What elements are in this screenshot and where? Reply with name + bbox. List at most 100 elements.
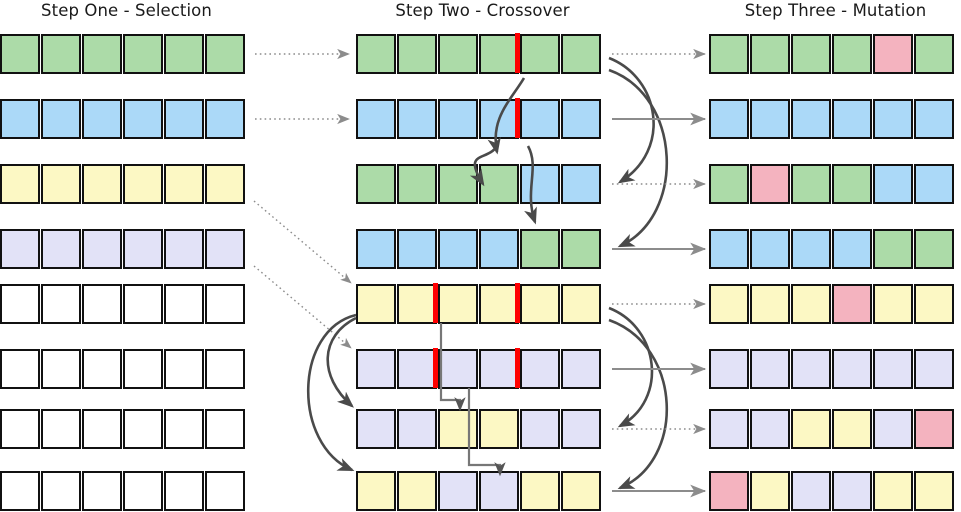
chromosome-mutation-row-2 bbox=[709, 99, 954, 140]
gene-cell-selection-r8-c2 bbox=[41, 471, 81, 511]
gene-cell-selection-r6-c6 bbox=[205, 349, 245, 389]
genetic-algorithm-diagram: Step One - Selection Step Two - Crossove… bbox=[0, 0, 961, 512]
gene-cell-mutation-r8-c5 bbox=[873, 471, 913, 511]
gene-cell-crossover-r6-c3 bbox=[438, 349, 478, 389]
gene-cell-mutation-r1-c3 bbox=[791, 34, 831, 74]
gene-cell-crossover-r4-c2 bbox=[397, 229, 437, 269]
gene-cell-selection-r6-c4 bbox=[123, 349, 163, 389]
gene-cell-crossover-r5-c6 bbox=[561, 284, 601, 324]
gene-cell-crossover-r6-c1 bbox=[356, 349, 396, 389]
gene-cell-selection-r6-c5 bbox=[164, 349, 204, 389]
gene-cell-selection-r2-c1 bbox=[0, 99, 40, 139]
gene-cell-selection-r2-c4 bbox=[123, 99, 163, 139]
gene-cell-selection-r5-c4 bbox=[123, 284, 163, 324]
chromosome-selection-row-4 bbox=[0, 229, 245, 270]
gene-cell-crossover-r1-c3 bbox=[438, 34, 478, 74]
gene-cell-crossover-r5-c1 bbox=[356, 284, 396, 324]
chromosome-selection-row-7 bbox=[0, 409, 245, 450]
gene-cell-mutation-r7-c3 bbox=[791, 409, 831, 449]
gene-cell-selection-r3-c6 bbox=[205, 164, 245, 204]
gene-cell-crossover-r2-c5 bbox=[520, 99, 560, 139]
gene-cell-selection-r7-c4 bbox=[123, 409, 163, 449]
gene-cell-selection-r5-c3 bbox=[82, 284, 122, 324]
column-title-crossover: Step Two - Crossover bbox=[395, 1, 570, 20]
gene-cell-crossover-r5-c4 bbox=[479, 283, 521, 324]
chromosome-mutation-row-8 bbox=[709, 471, 954, 512]
gene-cell-crossover-r8-c1 bbox=[356, 471, 396, 511]
gene-cell-mutation-r6-c6 bbox=[914, 349, 954, 389]
gene-cell-mutation-r4-c1 bbox=[709, 229, 749, 269]
gene-cell-mutation-r2-c1 bbox=[709, 99, 749, 139]
gene-cell-selection-r3-c2 bbox=[41, 164, 81, 204]
chromosome-crossover-row-5 bbox=[356, 283, 601, 325]
column-title-mutation: Step Three - Mutation bbox=[744, 1, 927, 20]
chromosome-mutation-row-4 bbox=[709, 229, 954, 270]
gene-cell-mutation-r6-c4 bbox=[832, 349, 872, 389]
gene-cell-crossover-r1-c5 bbox=[520, 34, 560, 74]
arrow-xo1-tail-to-child2-right bbox=[608, 56, 655, 184]
gene-cell-mutation-r3-c2 bbox=[750, 164, 790, 204]
gene-cell-crossover-r2-c2 bbox=[397, 99, 437, 139]
gene-cell-crossover-r4-c6 bbox=[561, 229, 601, 269]
gene-cell-selection-r4-c5 bbox=[164, 229, 204, 269]
gene-cell-mutation-r3-c5 bbox=[873, 164, 913, 204]
chromosome-selection-row-8 bbox=[0, 471, 245, 512]
gene-cell-selection-r5-c5 bbox=[164, 284, 204, 324]
gene-cell-crossover-r6-c6 bbox=[561, 349, 601, 389]
gene-cell-crossover-r6-c4 bbox=[479, 348, 521, 389]
gene-cell-selection-r6-c2 bbox=[41, 349, 81, 389]
gene-cell-mutation-r1-c2 bbox=[750, 34, 790, 74]
gene-cell-mutation-r1-c6 bbox=[914, 34, 954, 74]
gene-cell-mutation-r4-c2 bbox=[750, 229, 790, 269]
gene-cell-selection-r7-c6 bbox=[205, 409, 245, 449]
chromosome-crossover-row-2 bbox=[356, 98, 601, 140]
gene-cell-crossover-r4-c5 bbox=[520, 229, 560, 269]
gene-cell-mutation-r6-c3 bbox=[791, 349, 831, 389]
crossover-internal-bottom-arrows bbox=[306, 306, 669, 490]
gene-cell-mutation-r1-c4 bbox=[832, 34, 872, 74]
gene-cell-mutation-r7-c6 bbox=[914, 409, 954, 449]
gene-cell-crossover-r7-c4 bbox=[479, 409, 519, 449]
chromosome-crossover-row-7 bbox=[356, 409, 601, 450]
gene-cell-selection-r8-c5 bbox=[164, 471, 204, 511]
arrow-sel3-to-xo5 bbox=[253, 200, 352, 284]
gene-cell-crossover-r2-c1 bbox=[356, 99, 396, 139]
gene-cell-selection-r7-c5 bbox=[164, 409, 204, 449]
gene-cell-crossover-r8-c2 bbox=[397, 471, 437, 511]
gene-cell-crossover-r2-c6 bbox=[561, 99, 601, 139]
gene-cell-selection-r1-c3 bbox=[82, 34, 122, 74]
gene-cell-mutation-r1-c1 bbox=[709, 34, 749, 74]
gene-cell-mutation-r8-c3 bbox=[791, 471, 831, 511]
gene-cell-mutation-r4-c6 bbox=[914, 229, 954, 269]
gene-cell-selection-r8-c6 bbox=[205, 471, 245, 511]
gene-cell-mutation-r2-c4 bbox=[832, 99, 872, 139]
gene-cell-mutation-r6-c1 bbox=[709, 349, 749, 389]
gene-cell-selection-r1-c2 bbox=[41, 34, 81, 74]
gene-cell-crossover-r7-c1 bbox=[356, 409, 396, 449]
gene-cell-selection-r2-c5 bbox=[164, 99, 204, 139]
crossover-internal-top-arrows bbox=[469, 56, 669, 248]
gene-cell-selection-r1-c6 bbox=[205, 34, 245, 74]
gene-cell-crossover-r3-c3 bbox=[438, 164, 478, 204]
arrow-xo6-left-to-child7 bbox=[326, 316, 357, 408]
gene-cell-selection-r4-c6 bbox=[205, 229, 245, 269]
gene-cell-crossover-r1-c6 bbox=[561, 34, 601, 74]
gene-cell-mutation-r4-c3 bbox=[791, 229, 831, 269]
gene-cell-selection-r6-c1 bbox=[0, 349, 40, 389]
gene-cell-mutation-r6-c5 bbox=[873, 349, 913, 389]
gene-cell-selection-r7-c1 bbox=[0, 409, 40, 449]
chromosome-selection-row-1 bbox=[0, 34, 245, 75]
gene-cell-crossover-r6-c5 bbox=[520, 349, 560, 389]
gene-cell-mutation-r6-c2 bbox=[750, 349, 790, 389]
chromosome-mutation-row-6 bbox=[709, 349, 954, 390]
chromosome-crossover-row-6 bbox=[356, 348, 601, 390]
arrow-xo5-left-to-child8 bbox=[306, 313, 357, 472]
gene-cell-crossover-r7-c3 bbox=[438, 409, 478, 449]
gene-cell-selection-r2-c3 bbox=[82, 99, 122, 139]
gene-cell-selection-r7-c2 bbox=[41, 409, 81, 449]
gene-cell-selection-r3-c4 bbox=[123, 164, 163, 204]
gene-cell-selection-r4-c2 bbox=[41, 229, 81, 269]
gene-cell-crossover-r1-c4 bbox=[479, 33, 521, 74]
gene-cell-selection-r5-c2 bbox=[41, 284, 81, 324]
gene-cell-crossover-r7-c6 bbox=[561, 409, 601, 449]
